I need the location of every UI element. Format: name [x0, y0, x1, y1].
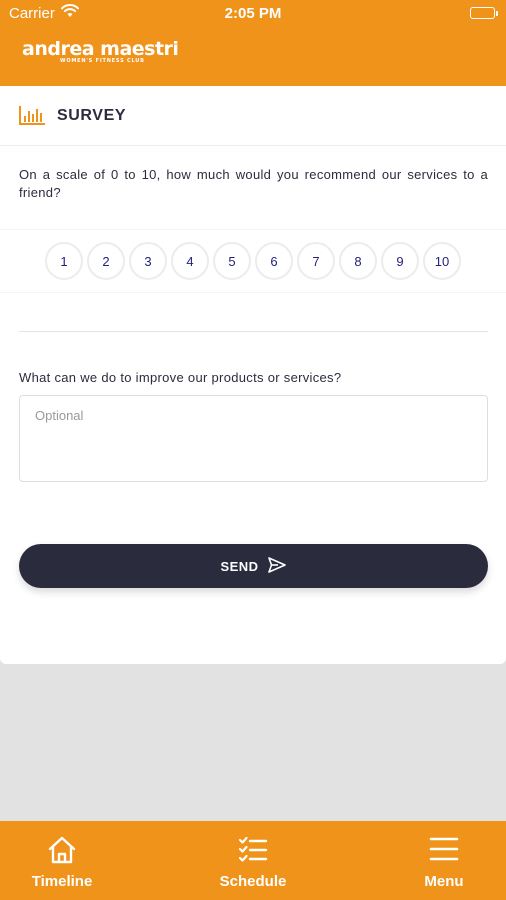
checklist-icon — [238, 836, 268, 869]
improve-question: What can we do to improve our products o… — [19, 370, 342, 385]
rating-option-3[interactable]: 3 — [129, 242, 167, 280]
rating-option-10[interactable]: 10 — [423, 242, 461, 280]
tab-timeline[interactable]: Timeline — [0, 821, 132, 900]
rating-option-9[interactable]: 9 — [381, 242, 419, 280]
tab-label-schedule: Schedule — [219, 873, 287, 890]
rating-option-4[interactable]: 4 — [171, 242, 209, 280]
feedback-input[interactable] — [19, 395, 488, 482]
app-header: Carrier 2:05 PM andrea maestri WOMEN'S F… — [0, 0, 506, 86]
rating-option-6[interactable]: 6 — [255, 242, 293, 280]
send-button[interactable]: SEND — [19, 544, 488, 588]
send-label: SEND — [220, 558, 259, 574]
bottom-tab-bar: Timeline Schedule Menu — [0, 821, 506, 900]
tab-label-timeline: Timeline — [31, 873, 93, 890]
tab-label-menu: Menu — [424, 873, 464, 890]
tab-menu[interactable]: Menu — [374, 821, 506, 900]
battery-icon — [470, 7, 498, 19]
rating-scale: 1 2 3 4 5 6 7 8 9 10 — [0, 229, 506, 293]
rating-option-5[interactable]: 5 — [213, 242, 251, 280]
brand-logo: andrea maestri WOMEN'S FITNESS CLUB — [22, 38, 179, 65]
status-time: 2:05 PM — [224, 5, 282, 22]
hamburger-menu-icon — [429, 836, 459, 867]
section-divider — [19, 331, 488, 332]
survey-title: SURVEY — [57, 107, 127, 124]
survey-header: SURVEY — [0, 86, 506, 146]
status-bar: Carrier 2:05 PM — [0, 0, 506, 28]
tab-schedule[interactable]: Schedule — [183, 821, 323, 900]
recommend-question: On a scale of 0 to 10, how much would yo… — [19, 167, 488, 200]
home-icon — [47, 836, 77, 869]
bar-chart-icon — [19, 105, 46, 130]
rating-option-7[interactable]: 7 — [297, 242, 335, 280]
rating-option-8[interactable]: 8 — [339, 242, 377, 280]
survey-card: SURVEY On a scale of 0 to 10, how much w… — [0, 86, 506, 664]
rating-option-2[interactable]: 2 — [87, 242, 125, 280]
logo-name: andrea maestri — [22, 38, 179, 60]
send-icon — [267, 556, 287, 576]
rating-option-1[interactable]: 1 — [45, 242, 83, 280]
